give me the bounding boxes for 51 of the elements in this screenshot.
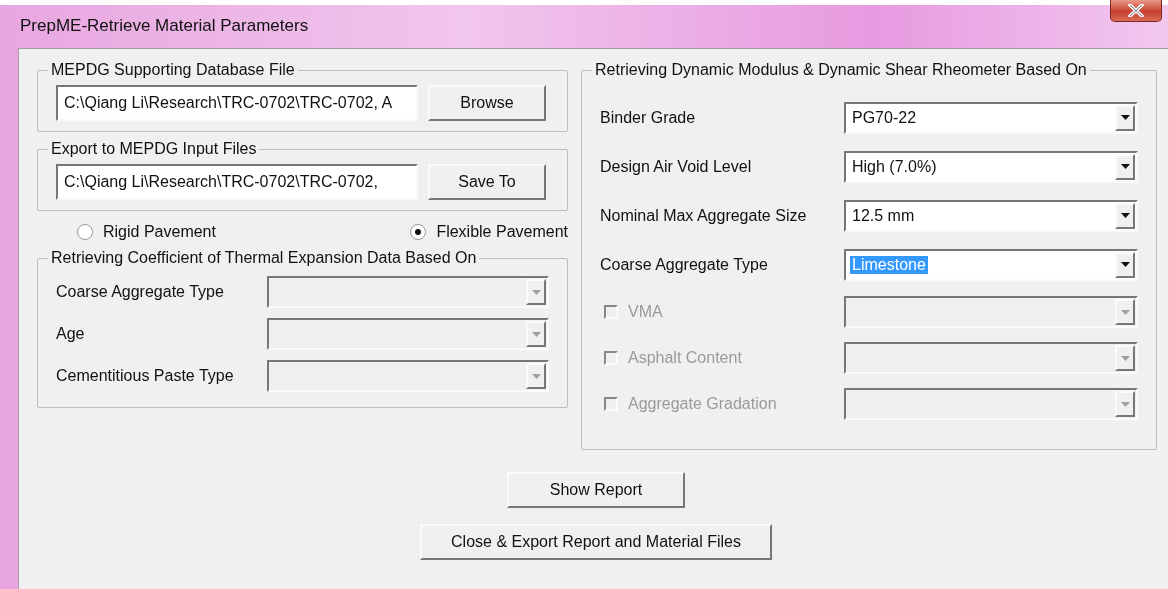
caret-icon xyxy=(531,331,541,337)
radio-label: Rigid Pavement xyxy=(103,223,216,241)
selected-value: Limestone xyxy=(850,255,928,274)
dropdown-button[interactable] xyxy=(1115,153,1135,180)
field-label: Design Air Void Level xyxy=(600,157,752,176)
dropdown-button[interactable] xyxy=(1115,202,1135,229)
caret-icon xyxy=(531,289,541,295)
dropdown-button[interactable] xyxy=(1115,104,1135,131)
dropdown-field[interactable] xyxy=(844,342,1138,374)
dropdown-field[interactable] xyxy=(844,296,1138,328)
dropdown-button[interactable] xyxy=(1115,251,1135,278)
dropdown-field[interactable]: High (7.0%) xyxy=(844,150,1138,183)
field-label: Cementitious Paste Type xyxy=(56,367,234,385)
field-label: Coarse Aggregate Type xyxy=(600,255,768,274)
selected-value: 12.5 mm xyxy=(851,206,916,225)
file-path-field[interactable]: C:\Qiang Li\Research\TRC-0702\TRC-0702, xyxy=(56,164,418,200)
file-path-field[interactable]: C:\Qiang Li\Research\TRC-0702\TRC-0702, A xyxy=(56,85,418,121)
close-button[interactable] xyxy=(1110,0,1162,22)
caret-icon xyxy=(1120,213,1130,218)
window-title: PrepME-Retrieve Material Parameters xyxy=(20,16,309,36)
caret-icon xyxy=(1120,164,1130,169)
radio-button[interactable] xyxy=(410,224,427,240)
caret-icon xyxy=(1120,262,1130,267)
field-label: Binder Grade xyxy=(600,108,696,127)
checkbox-label: Aggregate Gradation xyxy=(628,395,777,413)
caret-icon xyxy=(1120,355,1130,361)
field-label: Age xyxy=(56,325,85,343)
field-label: Coarse Aggregate Type xyxy=(56,283,224,301)
checkbox-label: Asphalt Content xyxy=(628,349,742,367)
dropdown-field[interactable]: 12.5 mm xyxy=(844,199,1138,232)
group-title: MEPDG Supporting Database File xyxy=(50,61,296,79)
radio-button[interactable] xyxy=(77,224,93,240)
dropdown-field[interactable]: PG70-22 xyxy=(844,101,1138,134)
close-icon xyxy=(1128,4,1144,17)
close-export-button[interactable]: Close & Export Report and Material Files xyxy=(420,524,772,560)
caret-icon xyxy=(1120,309,1130,315)
selected-value: High (7.0%) xyxy=(851,157,938,176)
checkbox-label: VMA xyxy=(628,303,663,321)
dropdown-field[interactable] xyxy=(844,388,1138,420)
caret-icon xyxy=(1120,115,1130,120)
group-title: Export to MEPDG Input Files xyxy=(50,140,258,158)
caret-icon xyxy=(531,373,541,379)
show-report-button[interactable]: Show Report xyxy=(507,472,685,508)
caret-icon xyxy=(1120,401,1130,407)
selected-value: PG70-22 xyxy=(851,108,918,127)
field-label: Nominal Max Aggregate Size xyxy=(600,206,807,225)
radio-label: Flexible Pavement xyxy=(436,223,568,241)
save-to-button[interactable]: Save To xyxy=(428,164,546,200)
group-title: Retrieving Coefficient of Thermal Expansion Data Based On xyxy=(50,249,478,267)
group-title: Retrieving Dynamic Modulus & Dynamic Shear Rheometer Based On xyxy=(594,61,1088,79)
browse-button[interactable]: Browse xyxy=(428,85,546,121)
